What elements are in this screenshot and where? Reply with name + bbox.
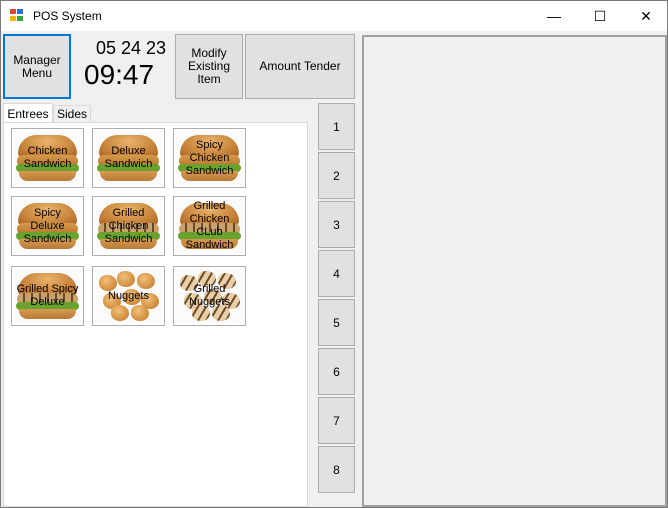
entree-button[interactable]: Spicy Deluxe Sandwich [11,196,84,256]
order-list-panel[interactable] [362,35,667,507]
time-display: 09:47 [84,59,155,90]
numpad-button-5[interactable]: 5 [318,299,355,346]
numpad-button-1[interactable]: 1 [318,103,355,150]
entree-label: Grilled Chicken CLub Sandwich [185,200,234,251]
window-title: POS System [33,9,102,23]
app-icon [10,9,24,22]
entree-button[interactable]: Grilled Chicken CLub Sandwich [173,196,246,256]
entree-button[interactable]: Deluxe Sandwich [92,128,165,188]
tab-sides[interactable]: Sides [53,105,91,123]
numpad-button-8[interactable]: 8 [318,446,355,493]
modify-existing-item-button[interactable]: Modify Existing Item [175,34,243,99]
entree-label: Spicy Chicken Sandwich [185,138,234,177]
entree-label: Deluxe Sandwich [104,145,153,170]
manager-menu-button[interactable]: Manager Menu [3,34,71,99]
tab-entrees[interactable]: Entrees [3,103,53,124]
entree-button[interactable]: Nuggets [92,266,165,326]
entree-button[interactable]: Grilled Nuggets [173,266,246,326]
numpad-button-6[interactable]: 6 [318,348,355,395]
title-bar[interactable]: POS System — ☐ ✕ [1,1,667,31]
entree-label: Nuggets [108,289,149,302]
numpad-button-4[interactable]: 4 [318,250,355,297]
date-display: 05 24 23 [96,38,167,58]
minimize-icon[interactable]: — [531,1,577,31]
entree-label: Chicken Sandwich [23,145,72,170]
numpad-button-3[interactable]: 3 [318,201,355,248]
entree-button[interactable]: Grilled Spicy Deluxe [11,266,84,326]
entree-button[interactable]: Chicken Sandwich [11,128,84,188]
close-icon[interactable]: ✕ [623,1,667,31]
pos-window: POS System — ☐ ✕ Manager Menu 05 24 23 0… [0,0,668,508]
numpad-button-7[interactable]: 7 [318,397,355,444]
entree-label: Grilled Chicken Sandwich [104,206,153,245]
entrees-tab-page: Chicken Sandwich Deluxe Sandwich Spicy Chi… [3,122,308,507]
entree-button[interactable]: Spicy Chicken Sandwich [173,128,246,188]
entree-label: Grilled Nuggets [189,283,230,308]
amount-tender-button[interactable]: Amount Tender [245,34,355,99]
entree-label: Grilled Spicy Deluxe [16,283,79,308]
entree-button[interactable]: Grilled Chicken Sandwich [92,196,165,256]
entree-label: Spicy Deluxe Sandwich [23,206,72,245]
maximize-icon[interactable]: ☐ [577,1,623,31]
numpad-button-2[interactable]: 2 [318,152,355,199]
